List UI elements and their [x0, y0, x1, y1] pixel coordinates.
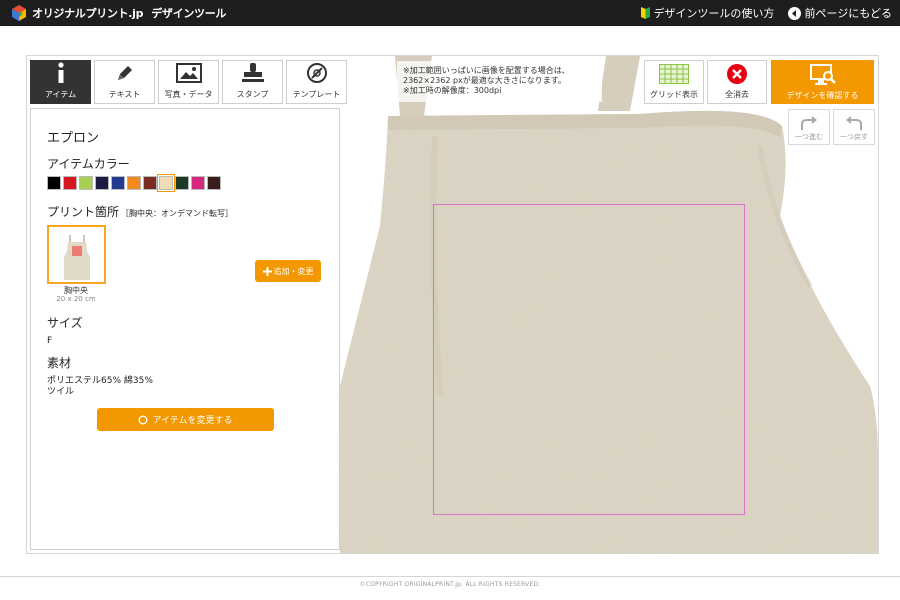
change-item-label: アイテムを変更する [152, 416, 233, 426]
print-location-thumbnail[interactable] [47, 225, 106, 284]
material-weave: ツイル [47, 387, 75, 397]
pen-icon [114, 61, 136, 85]
color-swatch[interactable] [79, 176, 93, 190]
header-bar: オリジナルプリント.jp デザインツール デザインツールの使い方 前ページにもどる [0, 0, 900, 26]
notice-line-3: ※加工時の解像度：300dpi [403, 86, 502, 95]
template-icon [306, 61, 328, 85]
tab-text[interactable]: テキスト [94, 60, 155, 104]
clear-all-label: 全消去 [725, 90, 749, 99]
back-link-label: 前ページにもどる [804, 7, 892, 20]
size-value: F [47, 336, 53, 346]
back-link[interactable]: 前ページにもどる [788, 5, 892, 21]
tab-stamp-label: スタンプ [236, 90, 269, 99]
color-swatch[interactable] [175, 176, 189, 190]
tab-stamp[interactable]: スタンプ [222, 60, 283, 104]
tab-item[interactable]: アイテム [30, 60, 91, 104]
undo-button[interactable]: 一つ戻す [833, 109, 875, 145]
grid-toggle-button[interactable]: グリッド表示 [644, 60, 704, 104]
grid-icon [659, 62, 689, 86]
logo-cube-icon [12, 5, 26, 21]
tab-template[interactable]: テンプレート [286, 60, 347, 104]
footer-copyright: ©COPYRIGHT ORIGINALPRINT.jp. ALL RIGHTS … [359, 581, 541, 588]
color-heading: アイテムカラー [47, 157, 130, 171]
howto-link[interactable]: デザインツールの使い方 [641, 5, 774, 21]
tab-text-label: テキスト [108, 90, 141, 99]
info-icon [54, 61, 68, 85]
logo-subtitle: デザインツール [151, 7, 227, 20]
color-swatch[interactable] [111, 176, 125, 190]
color-swatch[interactable] [191, 176, 205, 190]
tab-item-label: アイテム [44, 90, 77, 99]
add-change-button[interactable]: 追加・変更 [255, 260, 321, 282]
clear-x-icon [726, 62, 748, 86]
back-arrow-icon [788, 6, 802, 20]
clear-all-button[interactable]: 全消去 [707, 60, 767, 104]
redo-button[interactable]: 一つ進む [788, 109, 830, 145]
tab-template-label: テンプレート [292, 90, 341, 99]
print-heading-label: プリント箇所 [47, 205, 120, 219]
stamp-icon [241, 61, 265, 85]
material-composition: ポリエステル65% 綿35% [47, 376, 153, 386]
item-panel: エプロン アイテムカラー プリント箇所 ［胸中央：オンデマンド転写］ 胸中央 20… [30, 108, 340, 550]
color-swatch[interactable] [47, 176, 61, 190]
material-heading: 素材 [47, 356, 72, 370]
item-name: エプロン [47, 131, 100, 146]
color-swatch[interactable] [95, 176, 109, 190]
undo-label: 一つ戻す [840, 133, 868, 141]
tab-photo-data[interactable]: 写真・データ [158, 60, 219, 104]
apron-thumbnail-icon [64, 235, 90, 280]
logo-name: オリジナルプリント.jp [32, 7, 144, 20]
add-change-label: 追加・変更 [273, 266, 314, 276]
print-location-size: 20 x 20 cm [56, 295, 96, 303]
howto-link-label: デザインツールの使い方 [653, 7, 775, 20]
preview-monitor-icon [809, 63, 837, 87]
notice-line-2: 2362×2362 pxが最適な大きさになります。 [403, 76, 566, 85]
site-logo[interactable]: オリジナルプリント.jp デザインツール [10, 3, 226, 23]
confirm-design-button[interactable]: デザインを確認する [771, 60, 874, 104]
color-swatch[interactable] [207, 176, 221, 190]
refresh-icon [138, 415, 148, 424]
color-swatch[interactable] [157, 174, 175, 192]
change-item-button[interactable]: アイテムを変更する [97, 408, 274, 431]
color-swatch[interactable] [63, 176, 77, 190]
print-area-boundary [433, 204, 745, 515]
confirm-design-label: デザインを確認する [786, 91, 859, 100]
beginner-mark-icon [641, 7, 651, 19]
resolution-notice: ※加工範囲いっぱいに画像を配置する場合は、 2362×2362 pxが最適な大き… [397, 61, 602, 102]
logo-text: オリジナルプリント.jp デザインツール [32, 5, 226, 21]
undo-icon [846, 116, 862, 130]
print-location-heading: プリント箇所 ［胸中央：オンデマンド転写］ [47, 203, 233, 220]
tab-photo-data-label: 写真・データ [164, 90, 213, 99]
redo-icon [801, 116, 817, 130]
grid-toggle-label: グリッド表示 [650, 90, 698, 99]
notice-line-1: ※加工範囲いっぱいに画像を配置する場合は、 [403, 66, 570, 75]
plus-icon [262, 266, 272, 276]
footer-divider [0, 576, 900, 577]
redo-label: 一つ進む [795, 133, 823, 141]
image-icon [175, 61, 202, 85]
tool-tabs: アイテム テキスト 写真・データ スタンプ テンプレート [30, 60, 347, 104]
print-method-note: ［胸中央：オンデマンド転写］ [121, 209, 234, 218]
color-swatch[interactable] [143, 176, 157, 190]
color-swatch[interactable] [127, 176, 141, 190]
color-swatches [47, 174, 221, 192]
size-heading: サイズ [47, 316, 83, 330]
